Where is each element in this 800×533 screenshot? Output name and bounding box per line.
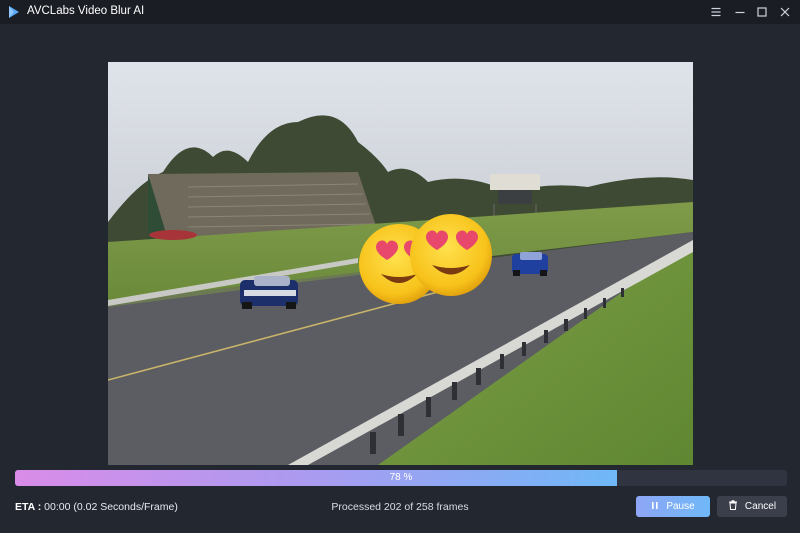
title-bar: AVCLabs Video Blur AI — [0, 0, 800, 24]
cancel-label: Cancel — [744, 501, 777, 512]
main-panel — [0, 24, 800, 533]
progress-bar: 78 % — [15, 470, 787, 486]
progress-label: 78 % — [389, 472, 413, 483]
app-title: AVCLabs Video Blur AI — [27, 5, 145, 17]
cancel-button[interactable]: Cancel — [717, 496, 787, 517]
maximize-icon[interactable] — [750, 0, 774, 24]
pause-label: Pause — [666, 501, 695, 512]
heart-eyes-emoji-overlay — [410, 214, 492, 296]
minimize-icon[interactable] — [728, 0, 752, 24]
pause-button[interactable]: Pause — [636, 496, 710, 517]
close-icon[interactable] — [773, 0, 797, 24]
video-preview — [108, 62, 693, 465]
pause-icon — [651, 501, 659, 513]
menu-icon[interactable] — [704, 0, 728, 24]
app-logo-icon — [7, 5, 21, 19]
trash-icon — [728, 500, 738, 513]
